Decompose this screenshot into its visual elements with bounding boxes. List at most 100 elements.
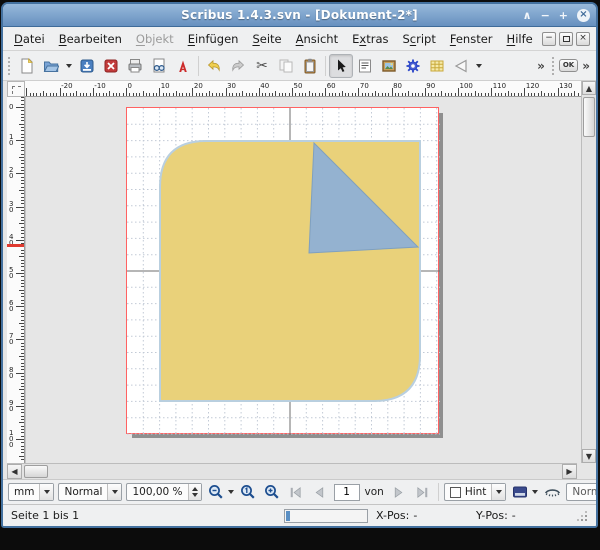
zoom-100-icon xyxy=(240,484,256,500)
document-canvas[interactable] xyxy=(25,97,581,463)
preflight-verifier-icon xyxy=(151,58,167,74)
vertical-ruler[interactable]: 01 02 03 04 05 06 07 08 09 01 0 0 xyxy=(7,97,25,463)
last-page-button[interactable] xyxy=(413,482,433,502)
scroll-down-arrow[interactable]: ▼ xyxy=(582,449,596,463)
paste-button[interactable] xyxy=(298,54,322,78)
insert-table-button[interactable] xyxy=(425,54,449,78)
redo-button[interactable] xyxy=(226,54,250,78)
new-document-icon xyxy=(19,58,35,74)
horizontal-scrollbar[interactable]: ◀ ▶ xyxy=(7,463,577,479)
toolbar-overflow-chevron-2[interactable]: » xyxy=(582,59,590,73)
scroll-left-arrow[interactable]: ◀ xyxy=(7,464,22,479)
zoom-100-button[interactable] xyxy=(238,482,258,502)
print-button[interactable] xyxy=(123,54,147,78)
menu-ansicht[interactable]: Ansicht xyxy=(289,29,345,49)
quality-select[interactable]: Normal xyxy=(58,483,122,501)
work-area: -20-100102030405060708090100110120130 01… xyxy=(3,81,596,479)
insert-shape-button[interactable] xyxy=(449,54,473,78)
preview-mode-button[interactable] xyxy=(542,482,562,502)
close-button[interactable]: × xyxy=(577,9,590,22)
image-preview-dropdown-caret[interactable] xyxy=(532,490,538,494)
horizontal-ruler[interactable]: -20-100102030405060708090100110120130 xyxy=(25,81,581,97)
progress-bar xyxy=(284,509,368,523)
zoom-spin-arrows[interactable] xyxy=(188,484,201,500)
menu-bearbeiten[interactable]: Bearbeiten xyxy=(52,29,129,49)
toolbar-grip[interactable] xyxy=(552,57,556,75)
copy-icon xyxy=(278,58,294,74)
layer-label: Hint xyxy=(465,486,487,498)
menu-datei[interactable]: Datei xyxy=(7,29,52,49)
layer-select[interactable]: Hint xyxy=(444,483,507,501)
maximize-button[interactable]: + xyxy=(559,10,568,21)
image-preview-quality-button[interactable] xyxy=(510,482,530,502)
resize-grip[interactable] xyxy=(576,510,588,522)
mdi-minimize-button[interactable]: − xyxy=(542,32,556,46)
scribus-window: Scribus 1.4.3.svn - [Dokument-2*] ∧ − + … xyxy=(1,2,598,528)
quality-dropdown[interactable] xyxy=(107,484,121,500)
spin-down-icon xyxy=(192,493,198,497)
vertical-scrollbar[interactable]: ▲ ▼ xyxy=(581,81,596,463)
layer-color-swatch xyxy=(450,487,461,498)
unit-select[interactable]: mm xyxy=(8,483,54,501)
open-dropdown-caret[interactable] xyxy=(66,64,72,68)
menu-seite[interactable]: Seite xyxy=(245,29,288,49)
zoom-out-dropdown-caret[interactable] xyxy=(228,490,234,494)
toolbar-overflow-chevron[interactable]: » xyxy=(537,59,545,73)
shade-button[interactable]: ∧ xyxy=(523,10,532,21)
menubar-items: DateiBearbeitenObjektEinfügenSeiteAnsich… xyxy=(7,29,542,49)
page-of-label: von xyxy=(365,486,384,498)
menu-extras[interactable]: Extras xyxy=(345,29,395,49)
rounded-square-shape[interactable] xyxy=(160,141,420,401)
zoom-in-button[interactable] xyxy=(262,482,282,502)
scroll-up-arrow[interactable]: ▲ xyxy=(582,81,596,95)
new-document-button[interactable] xyxy=(15,54,39,78)
y-pos-label: Y-Pos: xyxy=(476,509,508,522)
eye-icon xyxy=(544,484,561,501)
export-pdf-button[interactable] xyxy=(171,54,195,78)
document-page[interactable] xyxy=(126,107,439,434)
save-document-button[interactable] xyxy=(75,54,99,78)
ruler-origin-box[interactable] xyxy=(7,81,25,97)
mdi-close-button[interactable]: × xyxy=(576,32,590,46)
next-page-button[interactable] xyxy=(389,482,409,502)
titlebar[interactable]: Scribus 1.4.3.svn - [Dokument-2*] ∧ − + … xyxy=(3,4,596,27)
menu-einfgen[interactable]: Einfügen xyxy=(181,29,246,49)
first-page-button[interactable] xyxy=(286,482,306,502)
scissors-icon: ✂ xyxy=(256,58,268,74)
undo-button[interactable] xyxy=(202,54,226,78)
progress-fill xyxy=(286,511,290,521)
copy-button[interactable] xyxy=(274,54,298,78)
ok-form-button[interactable]: OK xyxy=(559,59,578,72)
close-document-button[interactable] xyxy=(99,54,123,78)
mdi-restore-button[interactable] xyxy=(559,32,573,46)
zoom-level-spinner[interactable]: 100,00 % xyxy=(126,483,201,501)
horizontal-scroll-thumb[interactable] xyxy=(24,465,48,478)
insert-text-frame-button[interactable] xyxy=(353,54,377,78)
next-page-icon xyxy=(391,485,406,500)
open-document-button[interactable] xyxy=(39,54,63,78)
layer-dropdown[interactable] xyxy=(491,484,505,500)
mdi-window-buttons: − × xyxy=(542,32,590,46)
minimize-button[interactable]: − xyxy=(541,10,550,21)
shape-dropdown-caret[interactable] xyxy=(476,64,482,68)
cut-button[interactable]: ✂ xyxy=(250,54,274,78)
y-pos-value: - xyxy=(512,509,516,522)
unit-dropdown[interactable] xyxy=(39,484,53,500)
insert-image-frame-button[interactable] xyxy=(377,54,401,78)
menu-fenster[interactable]: Fenster xyxy=(443,29,500,49)
table-icon xyxy=(429,58,445,74)
vertical-scroll-thumb[interactable] xyxy=(583,97,595,137)
zoom-out-button[interactable] xyxy=(206,482,226,502)
insert-render-frame-button[interactable] xyxy=(401,54,425,78)
scroll-right-arrow[interactable]: ▶ xyxy=(562,464,577,479)
toolbar-grip[interactable] xyxy=(8,57,12,75)
page-number-input[interactable] xyxy=(334,484,360,501)
render-frame-icon xyxy=(405,58,421,74)
previous-page-button[interactable] xyxy=(310,482,330,502)
menu-hilfe[interactable]: Hilfe xyxy=(500,29,540,49)
vision-select[interactable]: Normales Sehvermöge xyxy=(566,483,598,501)
horizontal-scroll-track[interactable] xyxy=(22,464,562,479)
menu-script[interactable]: Script xyxy=(395,29,442,49)
preflight-verifier-button[interactable] xyxy=(147,54,171,78)
select-item-button[interactable] xyxy=(329,54,353,78)
